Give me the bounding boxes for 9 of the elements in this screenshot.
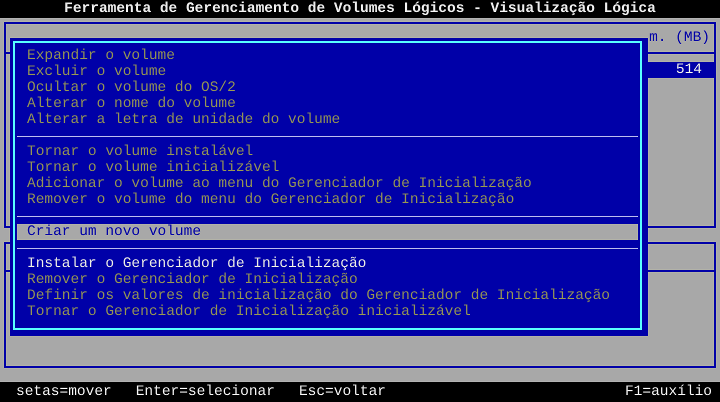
window-title: Ferramenta de Gerenciamento de Volumes Lógicos - Visualização Lógica	[0, 0, 720, 18]
menu-item[interactable]: Instalar o Gerenciador de Inicialização	[17, 256, 638, 272]
volume-size[interactable]: 514	[647, 62, 714, 78]
key-hint: Enter=selecionar	[136, 384, 275, 402]
key-hint: setas=mover	[16, 384, 112, 402]
column-header: m. (MB)	[648, 30, 711, 46]
help-hint: F1=auxílio	[624, 384, 712, 402]
menu-item[interactable]: Criar um novo volume	[17, 224, 638, 240]
key-hint: Esc=voltar	[298, 384, 386, 402]
